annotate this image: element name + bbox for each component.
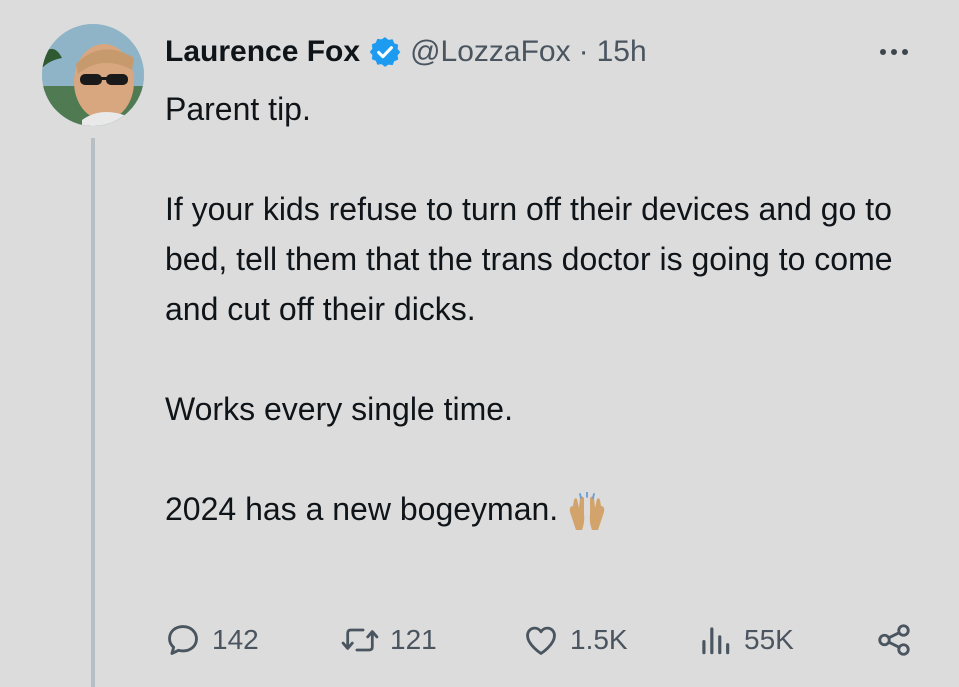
tweet-text: Parent tip. If your kids refuse to turn … (165, 84, 925, 534)
tweet-line: Parent tip. (165, 91, 311, 127)
more-options-icon[interactable] (872, 40, 916, 64)
tweet-line-last: 2024 has a new bogeyman. (165, 484, 925, 534)
repost-icon (341, 628, 379, 652)
share-button[interactable] (874, 612, 914, 668)
reply-count: 142 (212, 624, 259, 655)
views-button[interactable]: 55K (696, 612, 794, 668)
share-icon (878, 624, 910, 656)
tweet-line: 2024 has a new bogeyman. (165, 491, 559, 527)
reply-icon (168, 625, 198, 655)
raising-hands-emoji-icon (564, 490, 610, 532)
tweet-line: If your kids refuse to turn off their de… (165, 191, 893, 327)
thread-line (91, 138, 95, 687)
timestamp[interactable]: 15h (597, 35, 647, 69)
author-handle[interactable]: @LozzaFox (410, 35, 571, 69)
avatar[interactable] (42, 24, 144, 126)
views-count: 55K (744, 624, 794, 655)
like-button[interactable]: 1.5K (522, 612, 628, 668)
author-name[interactable]: Laurence Fox (165, 35, 360, 69)
repost-button[interactable]: 121 (340, 612, 437, 668)
action-bar: 142 121 1.5K 55K (164, 612, 924, 668)
verified-badge-icon (368, 35, 402, 69)
reply-button[interactable]: 142 (164, 612, 259, 668)
tweet-line: Works every single time. (165, 391, 513, 427)
repost-count: 121 (390, 624, 437, 655)
heart-icon (526, 626, 556, 655)
separator-dot: · (578, 35, 589, 68)
like-count: 1.5K (570, 624, 628, 655)
tweet-header: Laurence Fox @LozzaFox · 15h (165, 30, 647, 74)
views-chart-icon (702, 627, 730, 655)
